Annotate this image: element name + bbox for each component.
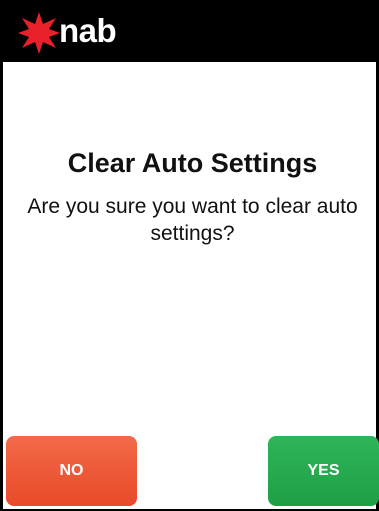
yes-button-label: YES xyxy=(307,462,340,479)
nab-logo: nab xyxy=(17,11,117,55)
no-button[interactable]: NO xyxy=(6,436,137,506)
brand-wordmark: nab xyxy=(59,12,117,49)
app-screen: nab Clear Auto Settings Are you sure you… xyxy=(0,0,379,511)
dialog-message: Are you sure you want to clear auto sett… xyxy=(27,195,358,245)
header-bar: nab xyxy=(3,0,379,62)
yes-button[interactable]: YES xyxy=(268,436,379,506)
dialog-title: Clear Auto Settings xyxy=(67,148,318,178)
nab-star-icon xyxy=(18,12,60,54)
no-button-label: NO xyxy=(59,462,84,479)
